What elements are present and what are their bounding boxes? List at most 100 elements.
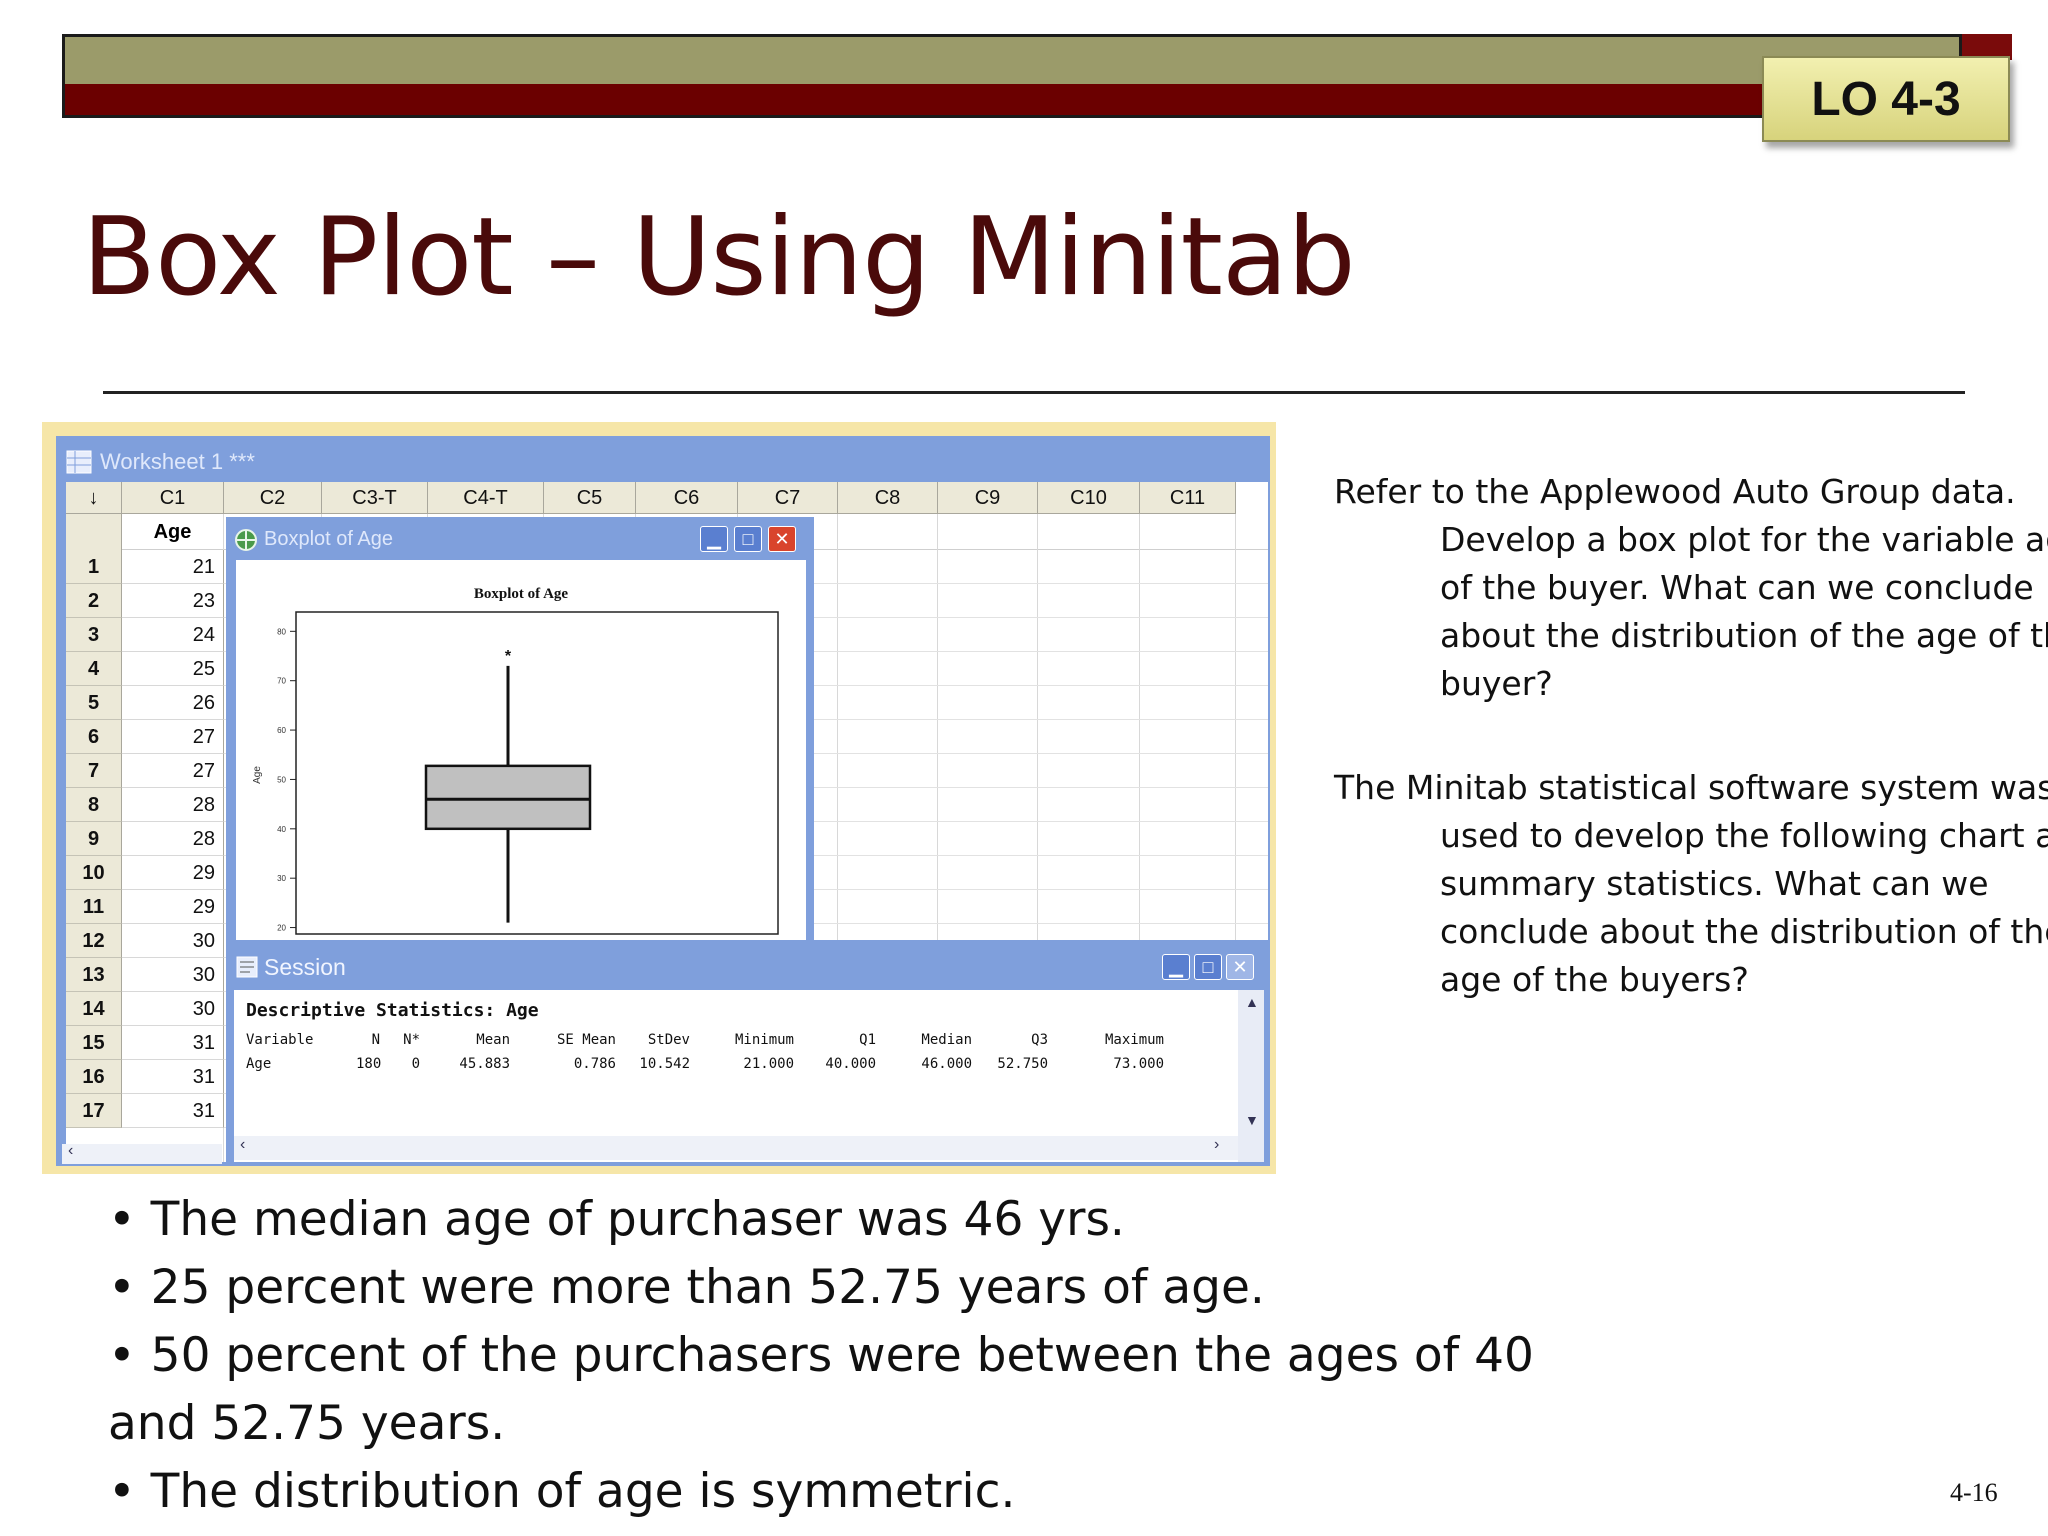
stats-value: 45.883 (459, 1056, 510, 1072)
row-number[interactable]: 5 (66, 686, 122, 720)
row-number[interactable]: 12 (66, 924, 122, 958)
boxplot-canvas: Boxplot of Age Age 20 30 40 50 60 70 80 * (236, 560, 806, 940)
session-icon (236, 956, 258, 978)
age-cell[interactable]: 30 (122, 992, 224, 1026)
age-cell[interactable]: 29 (122, 890, 224, 924)
row-number[interactable]: 3 (66, 618, 122, 652)
age-cell[interactable]: 27 (122, 754, 224, 788)
row-number[interactable]: 7 (66, 754, 122, 788)
column-header[interactable]: C10 (1038, 482, 1140, 514)
age-cell[interactable]: 25 (122, 652, 224, 686)
session-maximize-button[interactable]: □ (1194, 954, 1222, 980)
column-header[interactable]: C3-T (322, 482, 428, 514)
column-header[interactable]: C11 (1140, 482, 1236, 514)
stats-header-row: Variable N N* Mean SE Mean StDev Minimum Q1 Medi… (246, 1032, 1226, 1052)
title-divider (103, 391, 1965, 394)
grid-corner[interactable]: ↓ (66, 482, 122, 514)
age-cell[interactable]: 21 (122, 550, 224, 584)
column-header[interactable]: C9 (938, 482, 1038, 514)
stats-value: 10.542 (639, 1056, 690, 1072)
stats-header: Variable (246, 1032, 314, 1048)
scroll-right-icon[interactable]: › (1214, 1136, 1219, 1154)
age-cell[interactable]: 30 (122, 924, 224, 958)
row-number[interactable]: 8 (66, 788, 122, 822)
stats-header: Median (921, 1032, 972, 1048)
column-header[interactable]: C5 (544, 482, 636, 514)
session-titlebar[interactable]: Session ▁ □ ✕ (234, 950, 1264, 984)
header-bar-maroon (62, 84, 1962, 118)
column-header[interactable]: C7 (738, 482, 838, 514)
minimize-button[interactable]: ▁ (700, 526, 728, 552)
age-cell[interactable]: 29 (122, 856, 224, 890)
stats-value: 73.000 (1113, 1056, 1164, 1072)
row-number[interactable]: 2 (66, 584, 122, 618)
stats-value: 0 (411, 1056, 420, 1072)
y-axis-label: Age (252, 766, 263, 784)
worksheet-hscrollbar[interactable]: ‹ (62, 1142, 222, 1164)
column-name-age[interactable]: Age (122, 514, 224, 550)
boxplot-titlebar[interactable]: Boxplot of Age ▁ □ ✕ (232, 522, 808, 556)
session-vscrollbar[interactable]: ▲ ▼ (1238, 990, 1264, 1162)
scroll-down-icon[interactable]: ▼ (1245, 1112, 1259, 1128)
age-cell[interactable]: 31 (122, 1026, 224, 1060)
age-cell[interactable]: 28 (122, 822, 224, 856)
stats-value: 0.786 (573, 1056, 616, 1072)
minimize-icon: ▁ (707, 529, 721, 549)
y-tick-label: 30 (277, 874, 286, 883)
header-bar-olive (62, 34, 1962, 84)
scroll-up-icon[interactable]: ▲ (1245, 994, 1259, 1010)
minimize-icon: ▁ (1169, 957, 1183, 977)
stats-value: 52.750 (997, 1056, 1048, 1072)
row-number[interactable]: 9 (66, 822, 122, 856)
close-button[interactable]: ✕ (768, 526, 796, 552)
age-cell[interactable]: 28 (122, 788, 224, 822)
maximize-button[interactable]: □ (734, 526, 762, 552)
age-cell[interactable]: 31 (122, 1094, 224, 1128)
session-hscrollbar[interactable]: ‹ › (234, 1136, 1238, 1160)
row-number[interactable]: 11 (66, 890, 122, 924)
age-cell[interactable]: 27 (122, 720, 224, 754)
scroll-left-icon[interactable]: ‹ (240, 1136, 245, 1154)
y-tick-label: 20 (277, 924, 286, 933)
stats-header: N* (403, 1032, 420, 1048)
stats-header: StDev (647, 1032, 690, 1048)
stats-value: Age (246, 1056, 272, 1072)
row-number[interactable]: 16 (66, 1060, 122, 1094)
column-header[interactable]: C8 (838, 482, 938, 514)
bullet-text: 25 percent were more than 52.75 years of… (150, 1260, 1265, 1315)
y-tick-label: 70 (277, 677, 286, 686)
column-header[interactable]: C2 (224, 482, 322, 514)
row-number[interactable]: 14 (66, 992, 122, 1026)
session-minimize-button[interactable]: ▁ (1162, 954, 1190, 980)
y-tick-label: 60 (277, 726, 286, 735)
worksheet-titlebar[interactable]: Worksheet 1 *** (62, 444, 1262, 480)
row-number[interactable]: 17 (66, 1094, 122, 1128)
age-cell[interactable]: 23 (122, 584, 224, 618)
age-cell[interactable]: 30 (122, 958, 224, 992)
stats-header: Maximum (1104, 1032, 1164, 1048)
scroll-left-icon[interactable]: ‹ (68, 1142, 73, 1160)
column-header[interactable]: C1 (122, 482, 224, 514)
worksheet-title: Worksheet 1 *** (100, 449, 255, 474)
row-number[interactable]: 4 (66, 652, 122, 686)
column-header[interactable]: C6 (636, 482, 738, 514)
session-title: Session (264, 954, 346, 980)
stats-header: Minimum (734, 1032, 794, 1048)
slide-title: Box Plot – Using Minitab (82, 195, 1356, 320)
row-number[interactable]: 1 (66, 550, 122, 584)
session-output[interactable]: Descriptive Statistics: Age Variable N N* M… (234, 990, 1238, 1162)
age-cell[interactable]: 26 (122, 686, 224, 720)
stats-header: SE Mean (556, 1032, 616, 1048)
software-paragraph: The Minitab statistical software system … (1334, 768, 2048, 999)
page-number: 4-16 (1950, 1478, 1998, 1507)
row-number[interactable]: 6 (66, 720, 122, 754)
row-number[interactable]: 15 (66, 1026, 122, 1060)
session-close-button[interactable]: ✕ (1226, 954, 1254, 980)
column-header[interactable]: C4-T (428, 482, 544, 514)
age-cell[interactable]: 31 (122, 1060, 224, 1094)
row-number[interactable]: 10 (66, 856, 122, 890)
row-number[interactable]: 13 (66, 958, 122, 992)
age-cell[interactable]: 24 (122, 618, 224, 652)
name-row-header (66, 514, 122, 550)
globe-icon (235, 529, 257, 551)
